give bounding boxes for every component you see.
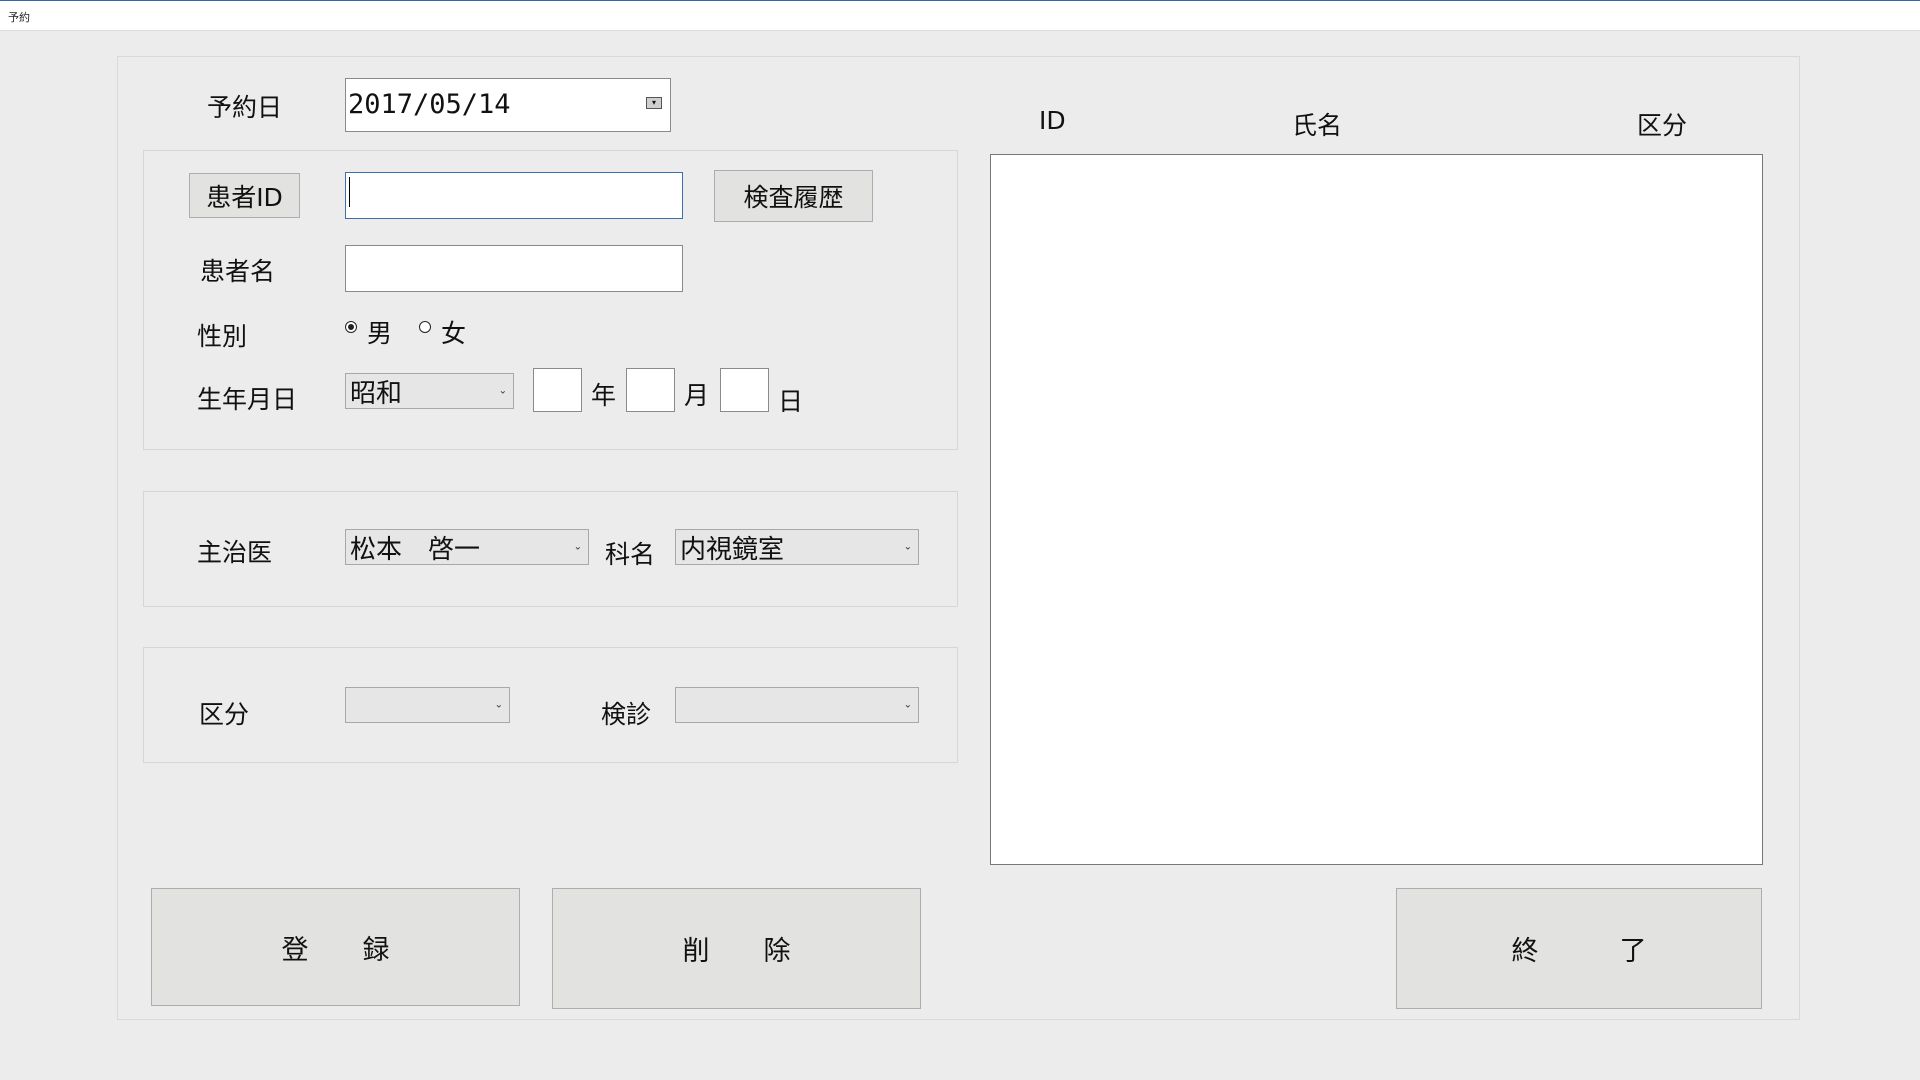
category-label: 区分 — [199, 700, 250, 729]
doctor-label: 主治医 — [197, 538, 273, 567]
exam-history-button[interactable]: 検査履歴 — [714, 170, 873, 222]
sex-option-male: 男 — [367, 319, 393, 348]
list-header-category: 区分 — [1637, 111, 1688, 140]
chevron-down-icon: ⌄ — [573, 541, 582, 553]
department-select[interactable]: 内視鏡室 ⌄ — [675, 529, 919, 565]
patient-name-input[interactable] — [345, 245, 683, 292]
list-header-name: 氏名 — [1292, 111, 1343, 140]
birthdate-label: 生年月日 — [197, 385, 298, 414]
reservation-date-picker[interactable]: 2017/05/14 ▾ — [345, 78, 671, 132]
register-button[interactable]: 登 録 — [151, 888, 520, 1006]
radio-icon[interactable] — [419, 321, 431, 333]
era-value: 昭和 — [350, 378, 403, 409]
chevron-down-icon: ⌄ — [903, 541, 912, 553]
department-value: 内視鏡室 — [680, 534, 785, 565]
sex-label: 性別 — [197, 322, 248, 351]
doctor-select[interactable]: 松本 啓一 ⌄ — [345, 529, 589, 565]
era-select[interactable]: 昭和 ⌄ — [345, 373, 514, 409]
window-title: 予約 — [8, 11, 30, 24]
delete-button[interactable]: 削 除 — [552, 888, 921, 1009]
radio-icon[interactable] — [345, 321, 357, 333]
birth-month-input[interactable] — [626, 368, 675, 412]
chevron-down-icon: ⌄ — [498, 385, 507, 397]
birth-day-input[interactable] — [720, 368, 769, 412]
day-unit: 日 — [778, 387, 804, 416]
patient-id-button[interactable]: 患者ID — [189, 173, 300, 218]
chevron-down-icon: ⌄ — [494, 699, 503, 711]
checkup-label: 検診 — [601, 700, 652, 729]
calendar-icon[interactable]: ▾ — [646, 97, 662, 109]
list-header-id: ID — [1039, 106, 1066, 135]
birth-year-input[interactable] — [533, 368, 582, 412]
checkup-select[interactable]: ⌄ — [675, 687, 919, 723]
patient-name-label: 患者名 — [200, 257, 276, 286]
patient-id-input[interactable] — [345, 172, 683, 219]
sex-option-female: 女 — [441, 319, 467, 348]
doctor-value: 松本 啓一 — [350, 534, 481, 565]
reservation-list[interactable] — [990, 154, 1763, 865]
sex-radio-female[interactable]: 女 — [419, 314, 489, 348]
department-label: 科名 — [605, 540, 656, 569]
category-select[interactable]: ⌄ — [345, 687, 510, 723]
reservation-date-value: 2017/05/14 — [348, 89, 511, 120]
year-unit: 年 — [591, 381, 617, 410]
exit-button[interactable]: 終 了 — [1396, 888, 1762, 1009]
sex-radio-male[interactable]: 男 — [345, 314, 415, 348]
text-caret — [349, 177, 350, 207]
chevron-down-icon: ⌄ — [903, 699, 912, 711]
month-unit: 月 — [684, 381, 710, 410]
reservation-date-label: 予約日 — [207, 93, 283, 122]
title-bar: 予約 — [0, 0, 1920, 31]
